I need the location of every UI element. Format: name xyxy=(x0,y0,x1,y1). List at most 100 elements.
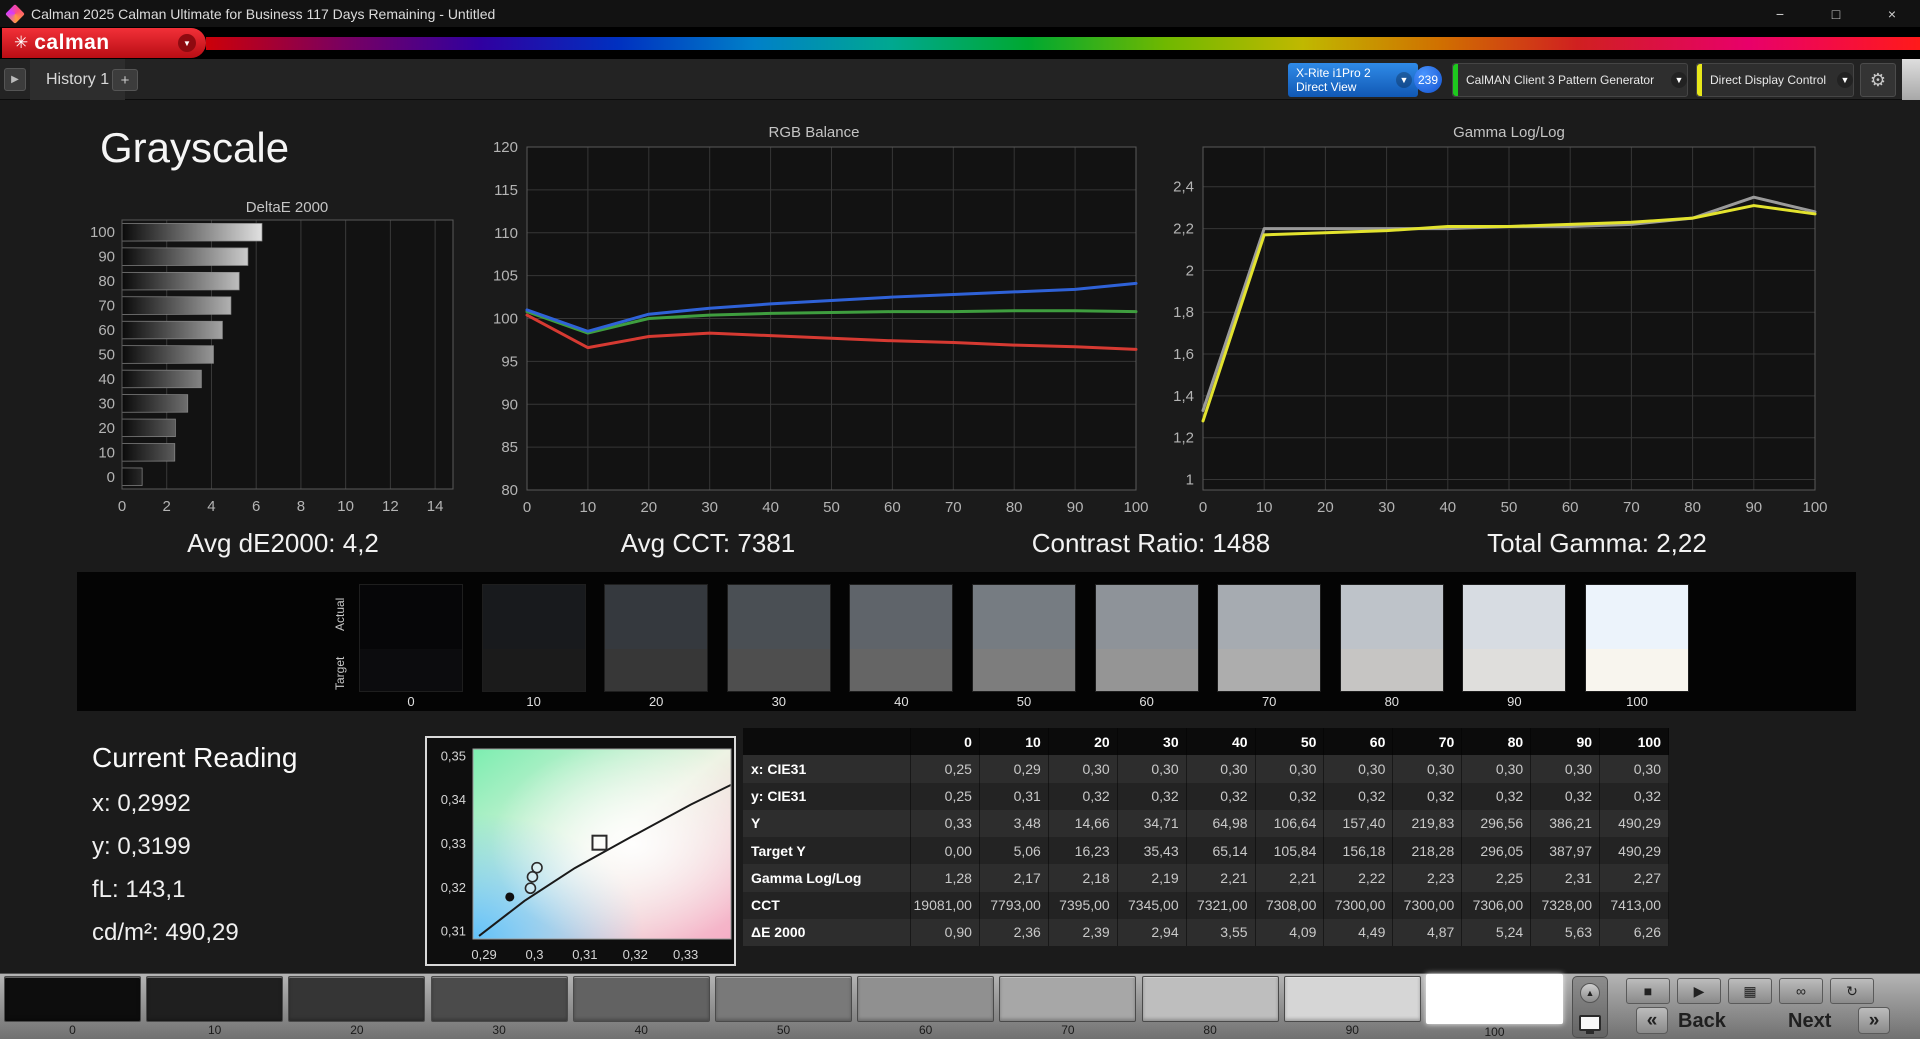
svg-text:0,33: 0,33 xyxy=(673,947,698,962)
stop-button[interactable]: ■ xyxy=(1626,978,1670,1004)
swatch-actual-color xyxy=(1218,585,1321,649)
calman-logo-menu[interactable]: ✳ calman ▼ xyxy=(2,28,206,58)
svg-text:70: 70 xyxy=(1623,499,1640,516)
pattern-swatch xyxy=(572,976,710,1022)
next-chevrons-button[interactable]: » xyxy=(1858,1007,1890,1034)
play-button[interactable]: ▶ xyxy=(1677,978,1721,1004)
svg-text:10: 10 xyxy=(1256,499,1273,516)
table-row-label: Target Y xyxy=(743,837,911,865)
grayscale-swatch-10 xyxy=(481,584,586,692)
svg-text:70: 70 xyxy=(98,298,115,315)
table-cell: 3,55 xyxy=(1187,918,1256,946)
link-button[interactable]: ∞ xyxy=(1779,978,1823,1004)
svg-text:0,3: 0,3 xyxy=(525,947,543,962)
pattern-button-10[interactable]: 10 xyxy=(146,976,284,1037)
meter-count-badge[interactable]: 239 xyxy=(1414,66,1442,93)
table-cell: 7345,00 xyxy=(1118,891,1187,919)
refresh-button[interactable]: ↻ xyxy=(1830,978,1874,1004)
table-cell: 0,30 xyxy=(1531,755,1601,783)
add-tab-button[interactable]: + xyxy=(112,69,138,91)
display-icon[interactable] xyxy=(1579,1015,1601,1034)
pattern-button-90[interactable]: 90 xyxy=(1283,976,1421,1037)
collapsed-panel-handle[interactable] xyxy=(1902,59,1920,100)
table-cell: 0,32 xyxy=(1324,782,1394,810)
table-cell: 7413,00 xyxy=(1600,891,1669,919)
pattern-button-60[interactable]: 60 xyxy=(857,976,995,1037)
pattern-swatch xyxy=(430,976,568,1022)
table-cell: 2,27 xyxy=(1600,864,1669,892)
maximize-button[interactable]: □ xyxy=(1808,0,1864,27)
pattern-button-80[interactable]: 80 xyxy=(1141,976,1279,1037)
pattern-button-20[interactable]: 20 xyxy=(288,976,426,1037)
table-cell: 5,63 xyxy=(1531,918,1601,946)
pattern-button-100[interactable]: 100 xyxy=(1426,974,1563,1039)
expand-panel-button[interactable]: ▲ xyxy=(1580,983,1600,1003)
swatch-target-color xyxy=(360,648,462,691)
history-nav-button[interactable]: ▶ xyxy=(4,68,26,91)
gamma-chart: 0 10 20 30 40 50 60 70 80 90 100 1 1,2 1,4 1,6 1,8 2 2,2 2… xyxy=(1173,146,1828,516)
calman-flower-icon: ✳ xyxy=(14,33,29,52)
table-cell: 0,32 xyxy=(1187,782,1256,810)
cie-diagram: 0,29 0,3 0,31 0,32 0,33 0,31 0,32 0,33 0,34 0,35 xyxy=(425,736,736,966)
maximize-icon: □ xyxy=(1831,5,1841,22)
svg-text:20: 20 xyxy=(98,420,115,437)
minimize-icon: − xyxy=(1775,5,1785,22)
grayscale-swatch-80 xyxy=(1339,584,1444,692)
pattern-button-30[interactable]: 30 xyxy=(430,976,568,1037)
table-cell: 0,30 xyxy=(1393,755,1463,783)
minimize-button[interactable]: − xyxy=(1752,0,1808,27)
pattern-label: 90 xyxy=(1345,1023,1359,1037)
refresh-icon: ↻ xyxy=(1846,982,1858,999)
svg-text:1: 1 xyxy=(1186,472,1194,489)
tab-history-1[interactable]: History 1 xyxy=(30,59,126,100)
svg-text:115: 115 xyxy=(494,182,518,199)
svg-text:0: 0 xyxy=(107,469,115,486)
pattern-generator-dropdown[interactable]: CalMAN Client 3 Pattern Generator ▼ xyxy=(1452,63,1688,97)
logo-dropdown-icon[interactable]: ▼ xyxy=(178,34,196,52)
logo-row: ✳ calman ▼ xyxy=(0,27,1920,59)
table-cell: 219,83 xyxy=(1393,809,1463,837)
pattern-button-50[interactable]: 50 xyxy=(715,976,852,1037)
stop-icon: ■ xyxy=(1643,983,1653,999)
swatch-actual-color xyxy=(973,585,1075,649)
table-cell: 0,32 xyxy=(1531,782,1601,810)
table-cell: 7395,00 xyxy=(1049,891,1118,919)
svg-text:90: 90 xyxy=(98,249,115,266)
pattern-button-40[interactable]: 40 xyxy=(572,976,710,1037)
chevrons-left-icon: « xyxy=(1646,1009,1658,1031)
grayscale-swatch-20 xyxy=(604,584,709,692)
svg-text:0,32: 0,32 xyxy=(441,880,466,895)
back-chevrons-button[interactable]: « xyxy=(1636,1007,1668,1034)
table-header-row: 0 10 20 30 40 50 60 70 80 90 100 xyxy=(743,728,1669,756)
table-row-label: ΔE 2000 xyxy=(743,918,911,946)
pattern-button-70[interactable]: 70 xyxy=(999,976,1137,1037)
back-button[interactable]: Back xyxy=(1678,1010,1726,1033)
swatch-actual-color xyxy=(850,585,953,649)
table-cell: 3,48 xyxy=(980,809,1049,837)
pattern-generator-label: CalMAN Client 3 Pattern Generator xyxy=(1466,73,1655,87)
table-cell: 0,30 xyxy=(1187,755,1256,783)
pattern-label: 100 xyxy=(1484,1025,1505,1039)
table-cell: 0,32 xyxy=(1462,782,1532,810)
svg-text:14: 14 xyxy=(427,498,444,515)
settings-button[interactable]: ⚙ xyxy=(1860,63,1896,97)
close-button[interactable]: × xyxy=(1864,0,1920,27)
app-icon xyxy=(5,3,25,24)
svg-text:80: 80 xyxy=(98,273,115,290)
svg-text:60: 60 xyxy=(884,499,901,516)
svg-text:1,6: 1,6 xyxy=(1173,346,1194,363)
display-control-dropdown[interactable]: Direct Display Control ▼ xyxy=(1696,63,1854,97)
save-button[interactable]: ▦ xyxy=(1728,978,1772,1004)
svg-text:2,2: 2,2 xyxy=(1173,221,1194,238)
next-button[interactable]: Next xyxy=(1788,1010,1831,1033)
grayscale-swatch-30 xyxy=(726,584,831,692)
swatch-actual-color xyxy=(482,585,585,649)
pattern-button-0[interactable]: 0 xyxy=(4,976,141,1037)
swatch-actual-color xyxy=(605,585,708,649)
meter-dropdown[interactable]: X-Rite i1Pro 2 Direct View ▼ xyxy=(1288,63,1418,97)
pattern-label: 60 xyxy=(919,1023,933,1037)
actual-row-label: Actual xyxy=(333,597,347,631)
deltae-bar-chart: 0 2 4 6 8 10 12 141009080706050403020100 xyxy=(90,219,454,515)
table-cell: 0,30 xyxy=(1118,755,1187,783)
table-row-label: Gamma Log/Log xyxy=(743,864,911,892)
